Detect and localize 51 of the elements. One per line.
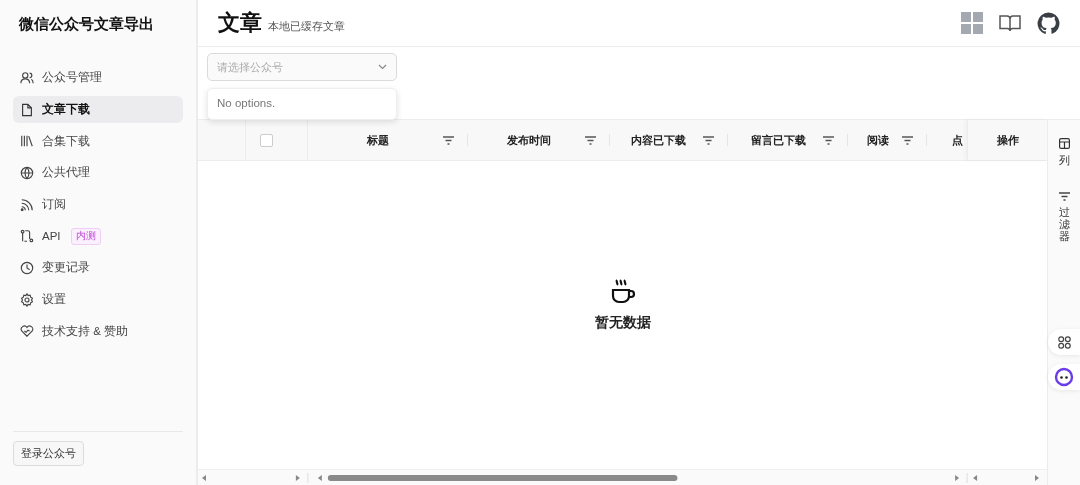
empty-message: 暂无数据 <box>594 314 651 332</box>
chevron-down-icon <box>378 64 387 70</box>
robot-face-icon <box>1054 367 1074 387</box>
clock-icon <box>20 260 34 275</box>
four-circles-icon <box>1057 335 1071 349</box>
column-header[interactable]: 标题 <box>307 132 448 148</box>
columns-icon <box>1058 138 1070 149</box>
book-icon[interactable] <box>999 14 1021 32</box>
dropdown-message: No options. <box>217 97 276 109</box>
sidebar-item[interactable]: 技术支持 & 赞助 <box>13 317 183 346</box>
users-icon <box>20 70 34 85</box>
filter-icon[interactable] <box>902 135 914 145</box>
document-icon <box>20 102 34 117</box>
sidebar-item[interactable]: 文章下载 <box>13 95 183 124</box>
page-title: 文章 <box>218 9 262 37</box>
globe-icon <box>20 165 34 180</box>
filter-icon[interactable] <box>442 135 454 145</box>
column-header[interactable]: 操作 <box>968 132 1047 148</box>
settings-icon <box>20 292 34 307</box>
route-icon <box>20 229 34 244</box>
beta-badge: 内测 <box>70 227 101 245</box>
login-button[interactable]: 登录公众号 <box>13 441 84 466</box>
sidebar-item[interactable]: 公众号管理 <box>13 64 183 92</box>
apps-button[interactable] <box>1048 329 1080 355</box>
column-header[interactable]: 发布时间 <box>467 132 590 148</box>
page-subtitle: 本地已缓存文章 <box>268 18 345 34</box>
library-icon <box>20 134 34 149</box>
select-all-checkbox[interactable] <box>259 133 273 147</box>
rss-icon <box>20 197 34 212</box>
sidebar-item[interactable]: 变更记录 <box>13 254 183 282</box>
column-header[interactable]: 留言已下载 <box>728 132 829 148</box>
sidebar-item[interactable]: 设置 <box>13 285 183 314</box>
sidebar-item[interactable]: 合集下载 <box>13 127 183 156</box>
sidebar-item[interactable]: 订阅 <box>13 190 183 219</box>
filter-icon[interactable] <box>703 135 715 145</box>
filter-icon[interactable] <box>823 135 835 145</box>
column-header[interactable]: 阅读 <box>848 132 908 148</box>
side-panel-tab[interactable]: 过滤器 <box>1058 206 1070 243</box>
coffee-cup-icon <box>609 278 636 306</box>
app-title: 微信公众号文章导出 <box>18 14 155 34</box>
filter-icon <box>1058 192 1070 202</box>
horizontal-scrollbar[interactable] <box>198 469 1047 485</box>
github-icon[interactable] <box>1037 11 1060 35</box>
column-header[interactable]: 内容已下载 <box>609 132 709 148</box>
column-header[interactable]: 点 <box>952 132 964 148</box>
sidebar-item[interactable]: 公共代理 <box>13 159 183 187</box>
side-panel-tab[interactable]: 列 <box>1058 154 1070 167</box>
sidebar-item[interactable]: API 内测 <box>13 222 183 251</box>
filter-icon[interactable] <box>584 135 596 145</box>
assistant-button[interactable] <box>1048 364 1080 390</box>
heart-icon <box>20 324 34 339</box>
